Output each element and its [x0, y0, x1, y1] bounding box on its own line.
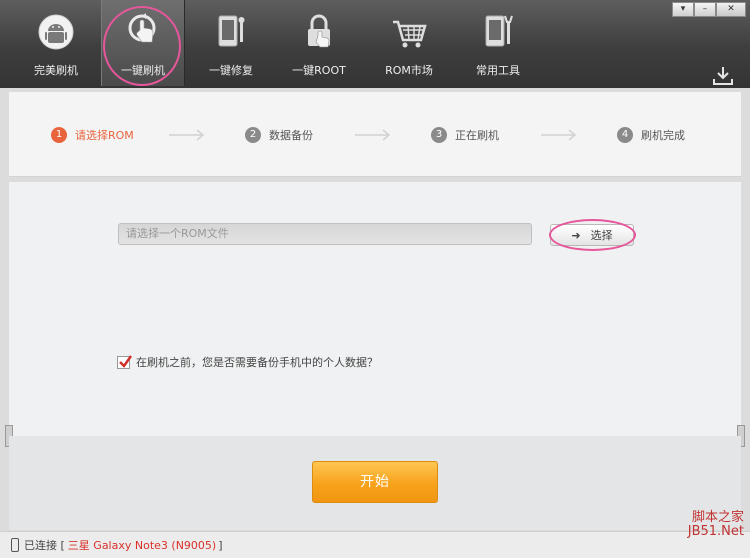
shopping-cart-icon: [393, 20, 427, 48]
arrow-right-icon: [541, 129, 577, 141]
choose-button-label: 选择: [590, 229, 613, 242]
repair-phone-icon: [218, 15, 245, 47]
step-select-rom: 1 请选择ROM: [51, 126, 134, 144]
checkmark-icon: [119, 354, 133, 368]
toolbar-item-rom-market[interactable]: ROM市场: [367, 0, 451, 86]
arrow-right-icon: [355, 129, 391, 141]
arrow-right-icon: ➜: [571, 228, 581, 242]
device-name: 三星 Galaxy Note3 (N9005): [67, 539, 217, 552]
step-label: 数据备份: [269, 129, 313, 142]
step-data-backup: 2 数据备份: [245, 126, 313, 144]
choose-rom-button[interactable]: ➜ 选择: [550, 224, 634, 246]
step-label: 请选择ROM: [75, 129, 134, 142]
phone-icon: [11, 538, 19, 552]
close-button[interactable]: ✕: [716, 2, 746, 17]
arrow-right-icon: [169, 129, 205, 141]
toolbar-item-label: 完美刷机: [34, 64, 78, 77]
step-flash-complete: 4 刷机完成: [617, 126, 685, 144]
start-button[interactable]: 开始: [312, 461, 438, 503]
status-bracket: ]: [218, 538, 223, 552]
step-label: 刷机完成: [641, 129, 685, 142]
toolbar-item-label: 一键ROOT: [292, 64, 346, 77]
main-content: 请选择一个ROM文件 ➜ 选择 在刷机之前，您是否需要备份手机中的个人数据？: [9, 182, 741, 436]
step-number: 1: [51, 127, 67, 143]
step-indicator: 1 请选择ROM 2 数据备份 3 正在刷机 4 刷机完成: [9, 92, 741, 177]
step-number: 3: [431, 127, 447, 143]
watermark-line2: JB51.Net: [687, 524, 744, 539]
backup-label: 在刷机之前，您是否需要备份手机中的个人数据？: [136, 356, 378, 369]
backup-checkbox[interactable]: [117, 354, 133, 369]
rom-file-input[interactable]: 请选择一个ROM文件: [118, 223, 532, 245]
toolbar-item-perfect-flash[interactable]: 完美刷机: [14, 0, 98, 86]
top-toolbar: 完美刷机 一键刷机 一键修复 一键ROOT ROM市场 常用工具 ▾ – ✕: [0, 0, 750, 88]
step-flashing: 3 正在刷机: [431, 126, 499, 144]
toolbar-item-one-click-flash[interactable]: 一键刷机: [101, 0, 185, 86]
step-label: 正在刷机: [455, 129, 499, 142]
dropdown-menu-button[interactable]: ▾: [672, 2, 694, 17]
flash-touch-icon: [128, 13, 156, 43]
window-controls: ▾ – ✕: [672, 2, 746, 18]
download-icon[interactable]: [712, 66, 734, 86]
connection-status-label: 已连接 [: [24, 539, 65, 552]
toolbar-item-common-tools[interactable]: 常用工具: [456, 0, 540, 86]
watermark-line1: 脚本之家: [691, 510, 744, 525]
app-window: 完美刷机 一键刷机 一键修复 一键ROOT ROM市场 常用工具 ▾ – ✕ 1…: [0, 0, 750, 558]
step-number: 4: [617, 127, 633, 143]
toolbar-item-label: 一键刷机: [121, 64, 165, 77]
status-bar: 已连接 [ 三星 Galaxy Note3 (N9005) ]: [0, 531, 750, 558]
backup-option[interactable]: 在刷机之前，您是否需要备份手机中的个人数据？: [117, 354, 378, 370]
toolbar-item-label: 常用工具: [476, 64, 520, 77]
minimize-button[interactable]: –: [694, 2, 716, 17]
toolbar-item-one-click-root[interactable]: 一键ROOT: [277, 0, 361, 86]
tools-icon: [485, 15, 513, 47]
watermark: 脚本之家 JB51.Net: [688, 511, 744, 539]
step-number: 2: [245, 127, 261, 143]
android-logo-icon: [38, 14, 74, 50]
action-area: 开始: [9, 436, 741, 530]
root-lock-icon: [308, 14, 330, 48]
toolbar-item-label: ROM市场: [385, 64, 433, 77]
toolbar-item-label: 一键修复: [209, 64, 253, 77]
toolbar-item-one-click-repair[interactable]: 一键修复: [189, 0, 273, 86]
